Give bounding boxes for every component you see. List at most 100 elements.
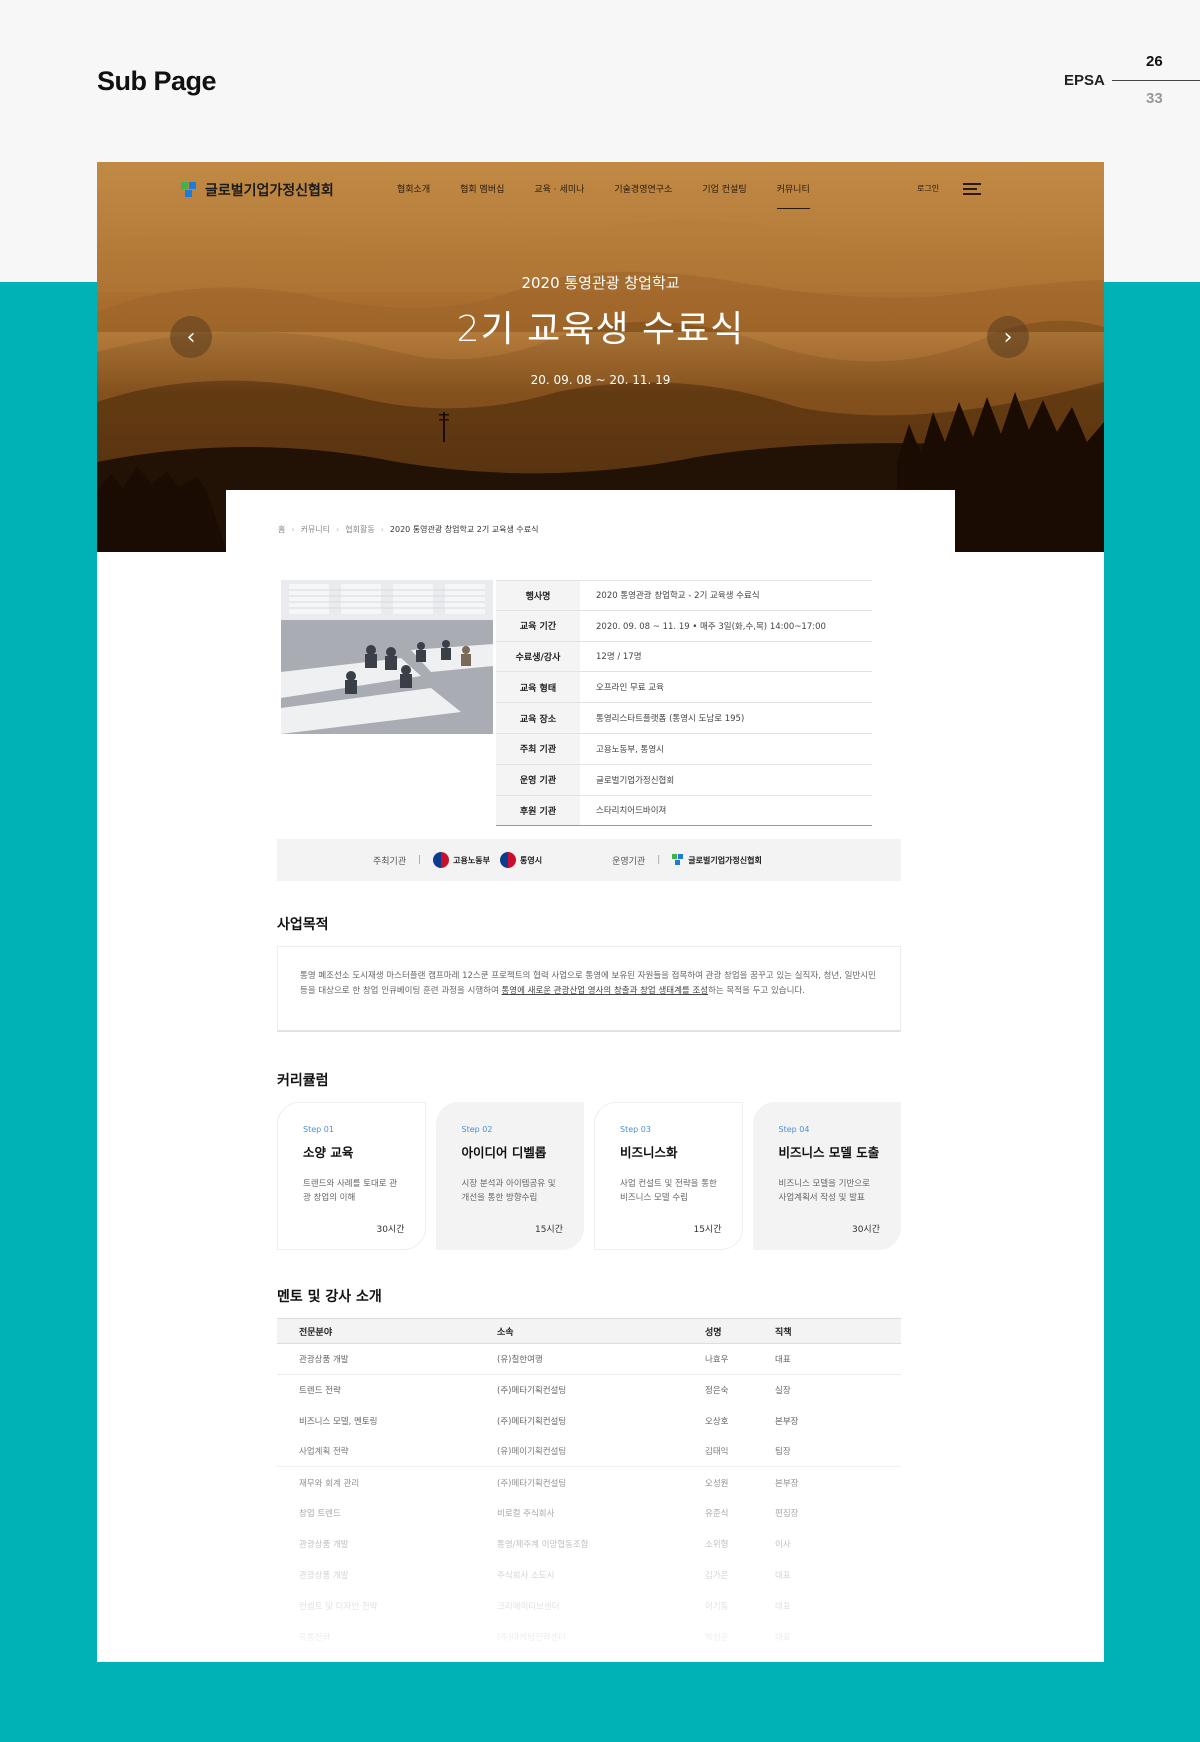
info-row: 주최 기관 고용노동부, 통영시	[496, 733, 872, 765]
info-row: 수료생/강사 12명 / 17명	[496, 641, 872, 673]
breadcrumb-activity[interactable]: 협회활동	[345, 524, 374, 535]
menu-icon[interactable]	[963, 182, 981, 196]
col-org: 소속	[497, 1327, 514, 1338]
logo-icon	[672, 854, 684, 866]
info-row: 행사명 2020 통영관광 창업학교 - 2기 교육생 수료식	[496, 580, 872, 611]
event-photo	[281, 580, 493, 734]
col-name: 성명	[705, 1327, 722, 1338]
chevron-right-icon: ›	[336, 525, 340, 534]
breadcrumb-home[interactable]: 홈	[278, 524, 285, 535]
step-title: 비즈니스 모델 도출	[778, 1145, 880, 1160]
emblem-icon	[433, 852, 450, 868]
prev-slide-button[interactable]: ‹	[170, 316, 212, 358]
table-row: 창업 트렌드 비로컬 주식회사 유준식 편집장	[299, 1509, 799, 1520]
table-row: 유통전략 (주)마케팅전략센터 박성훈 대표	[299, 1632, 791, 1643]
step-desc: 사업 컨설트 및 전략을 통한 비즈니스 모델 수립	[620, 1179, 717, 1203]
purpose-box: 통영 폐조선소 도시재생 마스터플랜 캠프마레 12스쿤 프로젝트의 협력 사업…	[277, 946, 901, 1032]
col-field: 전문분야	[299, 1327, 333, 1338]
table-row: 트렌드 전략 (주)메타기획컨설팅 정은숙 실장	[299, 1386, 791, 1397]
breadcrumb-current: 2020 통영관광 창업학교 2기 교육생 수료식	[389, 525, 539, 534]
logo-icon	[181, 182, 197, 198]
login-link[interactable]: 로그인	[917, 183, 939, 194]
current-page: 26	[1146, 53, 1163, 70]
info-label: 후원 기관	[496, 795, 580, 826]
step-hours: 30시간	[851, 1225, 880, 1235]
website-mockup: 글로벌기업가정신협회 협회소개 협회 멤버십 교육 · 세미나 기술경영연구소 …	[97, 162, 1104, 1662]
section-heading-mentors: 멘토 및 강사 소개	[277, 1289, 382, 1305]
breadcrumb: 홈 › 커뮤니티 › 협회활동 › 2020 통영관광 창업학교 2기 교육생 수료식	[278, 524, 538, 535]
info-value: 오프라인 무료 교육	[596, 683, 664, 694]
chevron-right-icon: ›	[380, 525, 384, 534]
page-indicator: EPSA 26 33	[1064, 48, 1200, 118]
purpose-highlight: 통영에 새로운 관광산업 영사의 창출과 창업 생태계를 조성	[501, 986, 709, 996]
curriculum-card: Step 01 소양 교육 트렌드와 사례를 토대로 관광 창업의 이해 30시…	[277, 1102, 426, 1250]
breadcrumb-community[interactable]: 커뮤니티	[301, 524, 330, 535]
table-row: 비즈니스 모델, 멘토링 (주)메타기획컨설팅 오상호 본부장	[299, 1416, 799, 1427]
nav-item-education[interactable]: 교육 · 세미나	[534, 182, 584, 195]
step-desc: 비즈니스 모델을 기반으로 사업계획서 작성 및 발표	[778, 1179, 870, 1203]
step-title: 비즈니스화	[620, 1145, 678, 1160]
ministry-logo: 고용노동부	[433, 852, 490, 868]
table-header: 전문분야 소속 성명 직책	[277, 1318, 901, 1344]
nav-item-consulting[interactable]: 기업 컨설팅	[702, 182, 746, 195]
operator-label: 운영기관	[612, 856, 646, 867]
content-panel: 홈 › 커뮤니티 › 협회활동 › 2020 통영관광 창업학교 2기 교육생 수료식…	[226, 490, 955, 1662]
info-label: 운영 기관	[496, 764, 580, 795]
curriculum-card: Step 04 비즈니스 모델 도출 비즈니스 모델을 기반으로 사업계획서 작…	[752, 1102, 901, 1250]
table-body: 관광상품 개발 (유)칠한여행 나효우 대표 트렌드 전략 (주)메타기획컨설팅 정은숙 실…	[277, 1344, 901, 1662]
step-hours: 15시간	[693, 1225, 722, 1235]
step-title: 소양 교육	[303, 1145, 354, 1160]
step-label: Step 02	[461, 1125, 493, 1134]
info-label: 교육 장소	[496, 703, 580, 733]
chevron-left-icon: ‹	[186, 324, 196, 350]
nav-item-research[interactable]: 기술경영연구소	[614, 182, 672, 195]
chevron-right-icon: ›	[291, 525, 295, 534]
divider: |	[418, 855, 422, 865]
step-label: Step 04	[778, 1125, 810, 1134]
info-value: 스타리치어드바이져	[596, 806, 667, 817]
info-value: 2020 통영관광 창업학교 - 2기 교육생 수료식	[596, 591, 760, 602]
step-title: 아이디어 디벨롭	[461, 1145, 547, 1160]
divider	[1112, 80, 1200, 81]
curriculum-cards: Step 01 소양 교육 트렌드와 사례를 토대로 관광 창업의 이해 30시…	[277, 1102, 901, 1250]
mentor-table: 전문분야 소속 성명 직책 관광상품 개발 (유)칠한여행 나효우 대표 트렌드 전략…	[277, 1318, 901, 1662]
info-value: 2020. 09. 08 ~ 11. 19 • 매주 3일(화,수,목) 14:…	[596, 621, 826, 632]
hero-subtitle: 2020 통영관광 창업학교	[521, 274, 680, 292]
info-value: 글로벌기업가정신협회	[596, 775, 675, 786]
tongyeong-logo: 통영시	[499, 852, 542, 868]
info-label: 행사명	[496, 581, 580, 610]
info-value: 통영리스타트플랫폼 (통영시 도남로 195)	[596, 714, 745, 725]
step-hours: 15시간	[534, 1225, 563, 1235]
info-row: 후원 기관 스타리치어드바이져	[496, 795, 872, 827]
curriculum-card: Step 03 비즈니스화 사업 컨설트 및 전략을 통한 비즈니스 모델 수립…	[594, 1102, 743, 1250]
section-heading-curriculum: 커리큘럼	[277, 1073, 329, 1089]
info-row: 교육 장소 통영리스타트플랫폼 (통영시 도남로 195)	[496, 703, 872, 734]
hero-date: 20. 09. 08 ~ 20. 11. 19	[530, 373, 671, 387]
total-pages: 33	[1146, 90, 1163, 107]
table-row: 재무와 회계 관리 (주)메타기획컨설팅 오성원 본부장	[299, 1478, 799, 1489]
nav-item-community[interactable]: 커뮤니티	[776, 182, 810, 209]
organizers-bar: 주최기관 | 고용노동부 통영시 운영기관 | 글로벌기업가정신협회	[277, 839, 901, 881]
table-row: 관광상품 개발 (유)칠한여행 나효우 대표	[277, 1344, 901, 1375]
host-label: 주최기관	[373, 856, 407, 867]
association-logo: 글로벌기업가정신협회	[672, 854, 762, 866]
nav-item-membership[interactable]: 협회 멤버십	[460, 182, 504, 195]
purpose-text-end: 하는 목적을 두고 있습니다.	[708, 986, 805, 996]
table-row: 관광상품 개발 주식회사 소도시 김가은 대표	[299, 1570, 791, 1581]
classroom-photo	[281, 580, 493, 734]
next-slide-button[interactable]: ›	[987, 316, 1029, 358]
table-row: 컨셉트 및 디자인 전략 크리에이티브센터 이기동 대표	[299, 1601, 791, 1612]
site-logo[interactable]: 글로벌기업가정신협회	[181, 180, 334, 200]
table-row: 관광상품 개발 통영/제주계 이망협동조합 소위형 이사	[299, 1540, 791, 1551]
curriculum-card: Step 02 아이디어 디벨롭 시장 분석과 아이템공유 및 개선을 통한 방…	[435, 1102, 584, 1250]
event-info-table: 행사명 2020 통영관광 창업학교 - 2기 교육생 수료식 교육 기간 2020…	[496, 580, 872, 827]
step-label: Step 01	[303, 1125, 334, 1134]
hero-title: 2기 교육생 수료식	[456, 309, 745, 350]
nav-item-about[interactable]: 협회소개	[397, 182, 430, 195]
step-desc: 트렌드와 사례를 토대로 관광 창업의 이해	[303, 1179, 398, 1203]
logo-text: 글로벌기업가정신협회	[205, 183, 334, 199]
info-value: 고용노동부, 통영시	[596, 744, 664, 755]
page-title: Sub Page	[97, 66, 217, 96]
brand-label: EPSA	[1064, 72, 1105, 89]
step-label: Step 03	[620, 1125, 651, 1134]
